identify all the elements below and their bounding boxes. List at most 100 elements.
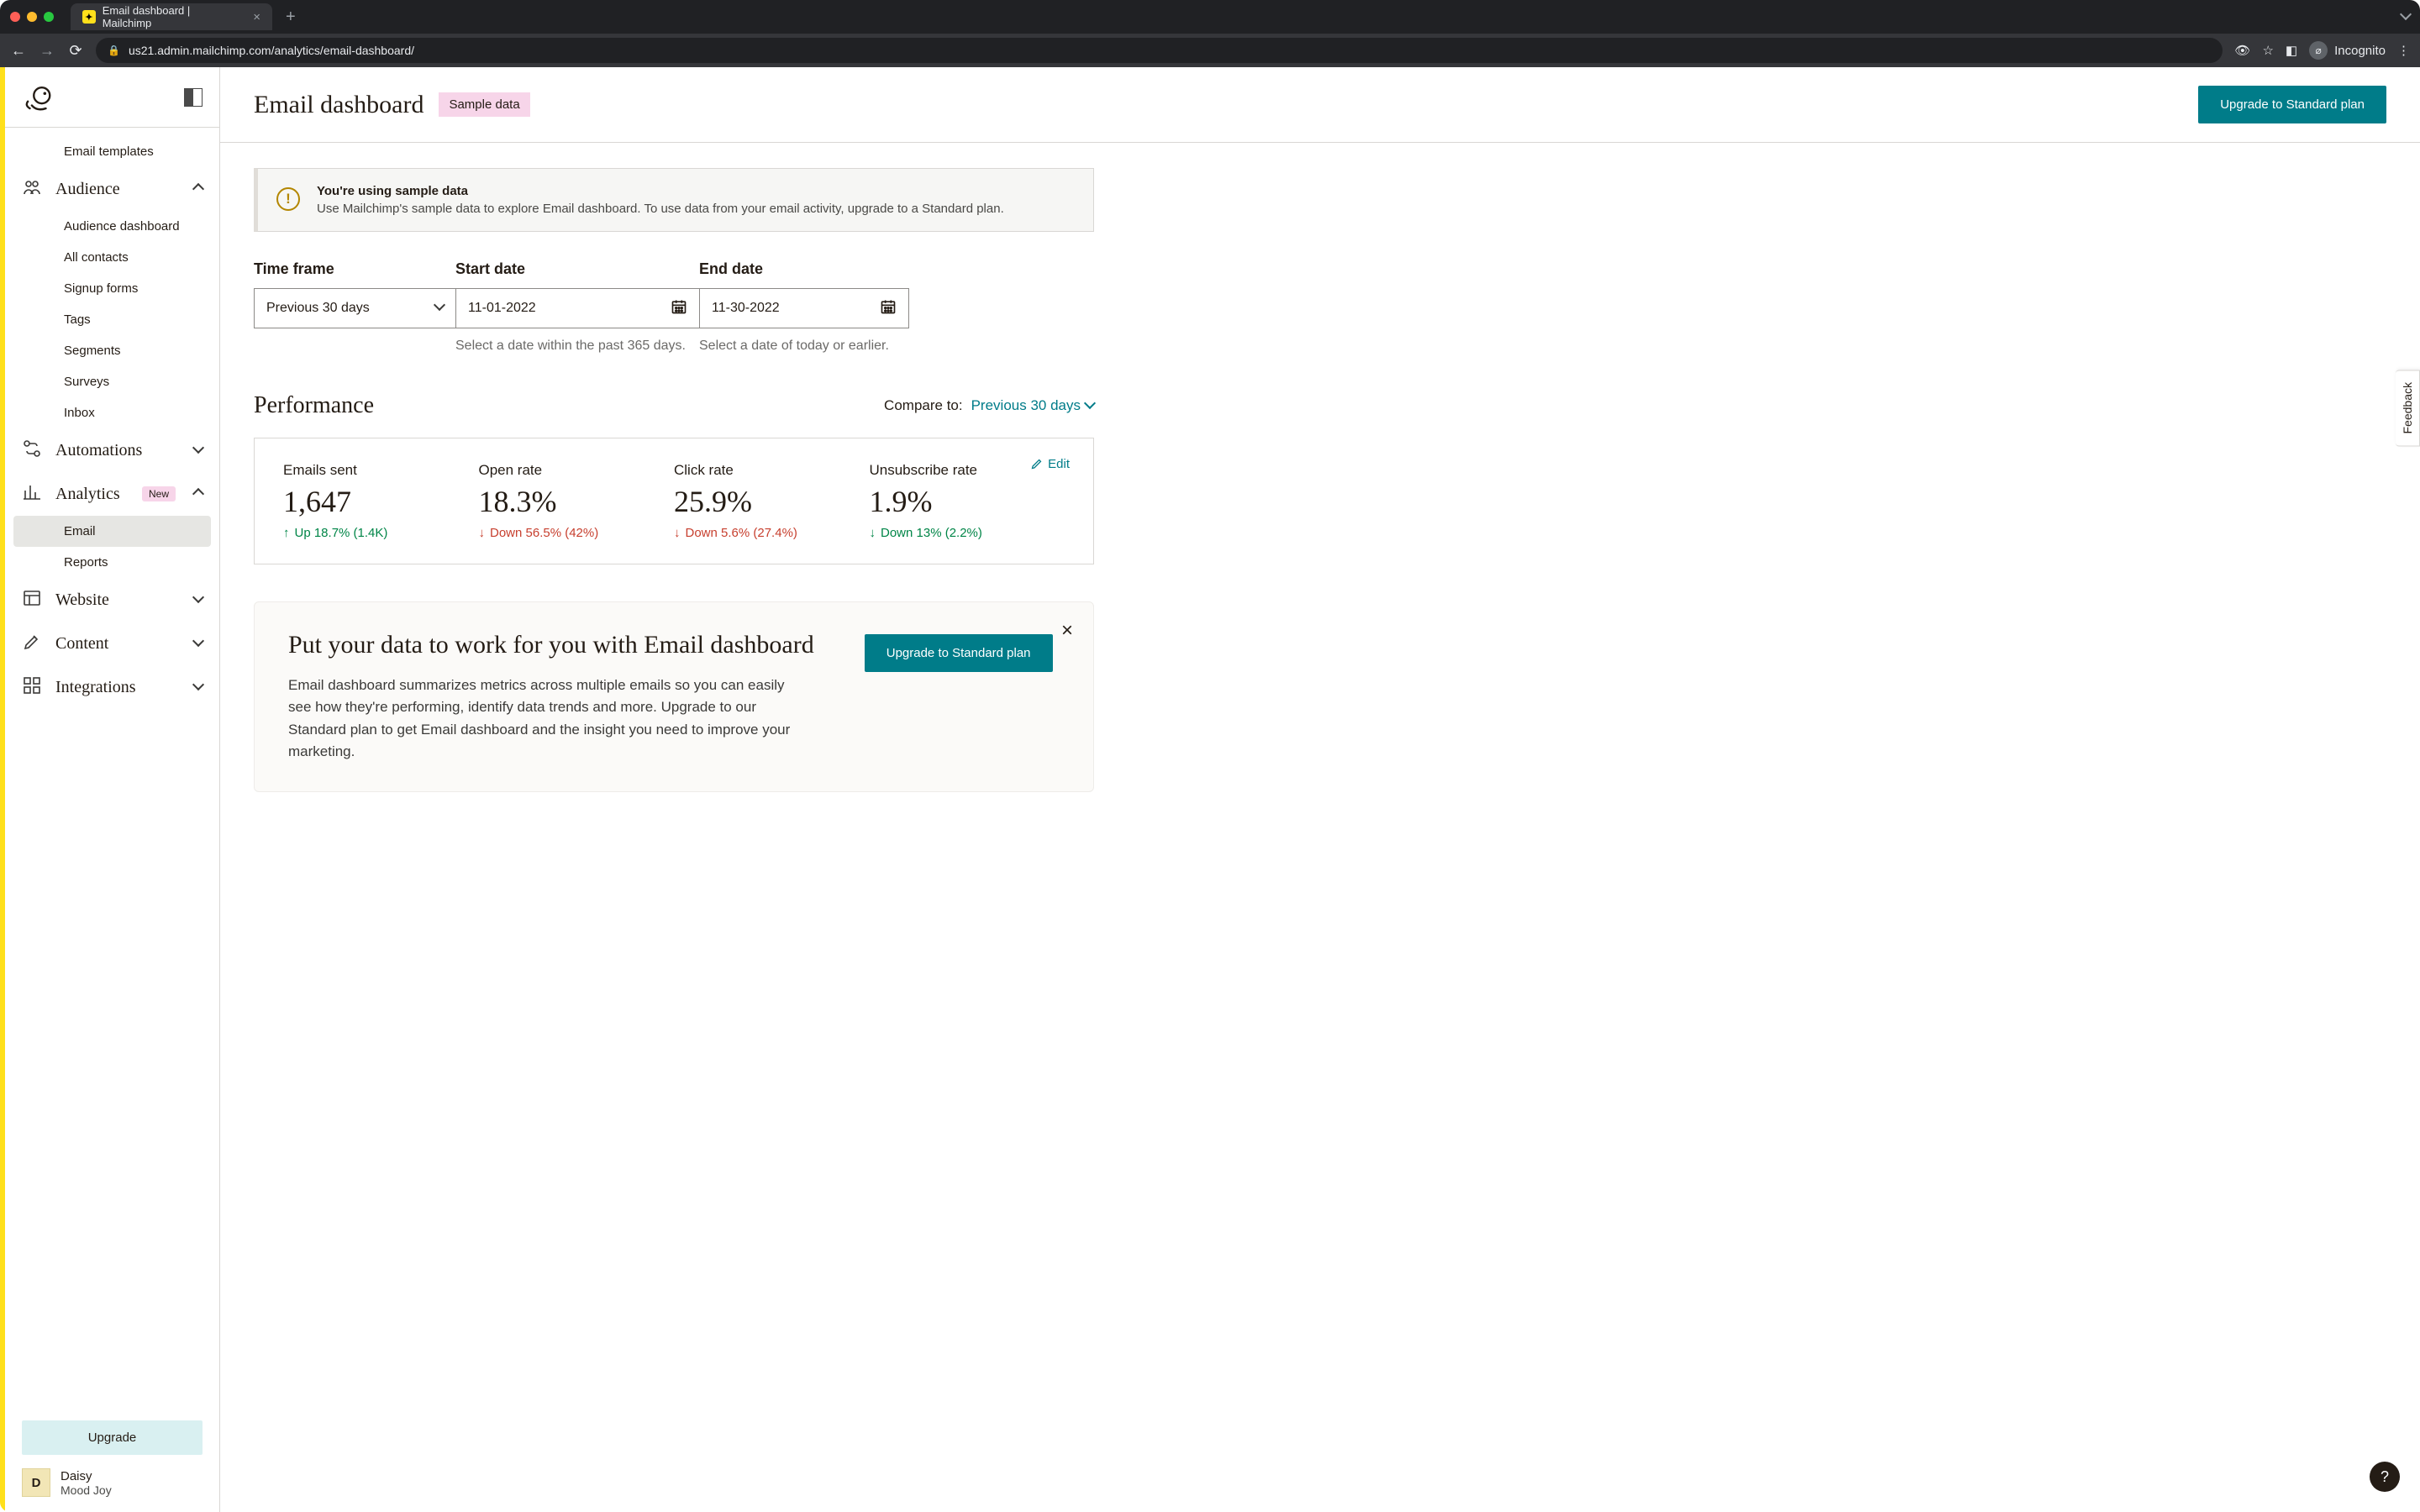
sidebar-upgrade-button[interactable]: Upgrade — [22, 1420, 203, 1455]
chevron-down-icon — [1086, 397, 1094, 414]
stat-emails-sent: Emails sent 1,647 Up 18.7% (1.4K) — [283, 462, 479, 540]
sidebar-label: Integrations — [55, 678, 181, 697]
browser-tab[interactable]: ✦ Email dashboard | Mailchimp × — [71, 3, 272, 30]
sidebar-item-audience-dashboard[interactable]: Audience dashboard — [5, 211, 219, 242]
sidebar-label: Content — [55, 634, 181, 654]
window-minimize[interactable] — [27, 12, 37, 22]
help-fab[interactable]: ? — [2370, 1462, 2400, 1492]
start-date-helper: Select a date within the past 365 days. — [455, 339, 699, 354]
feedback-tab[interactable]: Feedback — [2396, 370, 2420, 446]
stat-delta: Down 13% (2.2%) — [870, 526, 1065, 540]
sample-data-notice: ! You're using sample data Use Mailchimp… — [254, 168, 1094, 232]
notice-body: Use Mailchimp's sample data to explore E… — [317, 202, 1004, 216]
favicon-icon: ✦ — [82, 10, 96, 24]
main-content: Email dashboard Sample data Upgrade to S… — [220, 67, 2420, 1512]
stat-value: 1.9% — [870, 484, 1065, 519]
new-tab-button[interactable]: + — [279, 8, 302, 27]
stat-delta: Down 5.6% (27.4%) — [674, 526, 870, 540]
arrow-down-icon — [479, 526, 486, 540]
arrow-up-icon — [283, 526, 290, 540]
stat-delta: Up 18.7% (1.4K) — [283, 526, 479, 540]
window-controls — [10, 12, 54, 22]
address-bar[interactable]: 🔒 us21.admin.mailchimp.com/analytics/ema… — [96, 38, 2223, 63]
tab-title: Email dashboard | Mailchimp — [103, 4, 240, 29]
user-menu[interactable]: D Daisy Mood Joy — [5, 1468, 219, 1512]
sidebar-item-inbox[interactable]: Inbox — [5, 397, 219, 428]
sidebar-collapse-icon[interactable] — [184, 88, 203, 107]
stat-label: Click rate — [674, 462, 870, 479]
end-date-input[interactable]: 11-30-2022 — [699, 288, 909, 328]
window-zoom[interactable] — [44, 12, 54, 22]
sidebar-item-email[interactable]: Email — [13, 516, 211, 547]
panel-icon[interactable]: ◧ — [2286, 43, 2297, 58]
stat-value: 1,647 — [283, 484, 479, 519]
arrow-down-icon — [870, 526, 876, 540]
kebab-menu-icon[interactable]: ⋮ — [2397, 43, 2410, 58]
bar-chart-icon — [22, 482, 42, 506]
tabs-overflow-icon[interactable] — [2402, 10, 2410, 24]
sidebar-item-segments[interactable]: Segments — [5, 335, 219, 366]
timeframe-select[interactable]: Previous 30 days — [254, 288, 455, 328]
sidebar: Email templates Audience Audience dashbo… — [5, 67, 220, 1512]
sidebar-item-integrations[interactable]: Integrations — [5, 665, 219, 709]
sidebar-item-surveys[interactable]: Surveys — [5, 366, 219, 397]
tab-close-icon[interactable]: × — [253, 10, 260, 24]
upgrade-promo-card: × Put your data to work for you with Ema… — [254, 601, 1094, 792]
back-button[interactable]: ← — [10, 42, 27, 60]
chevron-down-icon — [194, 637, 203, 650]
start-date-value: 11-01-2022 — [468, 301, 536, 316]
upgrade-plan-button[interactable]: Upgrade to Standard plan — [2198, 86, 2386, 123]
incognito-label: Incognito — [2334, 44, 2386, 58]
sidebar-item-audience[interactable]: Audience — [5, 167, 219, 211]
lock-icon: 🔒 — [108, 45, 120, 56]
incognito-indicator[interactable]: ⌀ Incognito — [2309, 41, 2386, 60]
page-title: Email dashboard — [254, 91, 424, 119]
end-date-value: 11-30-2022 — [712, 301, 780, 316]
sidebar-item-tags[interactable]: Tags — [5, 304, 219, 335]
forward-button[interactable]: → — [39, 42, 55, 60]
sidebar-item-email-templates[interactable]: Email templates — [5, 136, 219, 167]
user-name: Daisy — [60, 1469, 112, 1483]
new-badge: New — [142, 486, 176, 501]
stat-click-rate: Click rate 25.9% Down 5.6% (27.4%) — [674, 462, 870, 540]
promo-upgrade-button[interactable]: Upgrade to Standard plan — [865, 634, 1053, 672]
window-close[interactable] — [10, 12, 20, 22]
end-date-label: End date — [699, 260, 909, 278]
alert-icon: ! — [276, 187, 300, 211]
sidebar-item-reports[interactable]: Reports — [5, 547, 219, 578]
sidebar-item-automations[interactable]: Automations — [5, 428, 219, 472]
chevron-up-icon — [194, 182, 203, 196]
sidebar-label: Website — [55, 591, 181, 610]
stat-unsubscribe-rate: Unsubscribe rate 1.9% Down 13% (2.2%) — [870, 462, 1065, 540]
performance-heading: Performance — [254, 392, 374, 419]
chevron-down-icon — [194, 680, 203, 694]
timeframe-value: Previous 30 days — [266, 301, 370, 316]
arrow-down-icon — [674, 526, 681, 540]
eye-off-icon[interactable]: 👁 — [2234, 43, 2250, 58]
chevron-down-icon — [435, 301, 444, 316]
promo-body: Email dashboard summarizes metrics acros… — [288, 675, 809, 763]
sidebar-item-content[interactable]: Content — [5, 622, 219, 665]
compare-value: Previous 30 days — [971, 397, 1081, 414]
edit-label: Edit — [1048, 457, 1070, 471]
sidebar-item-all-contacts[interactable]: All contacts — [5, 242, 219, 273]
calendar-icon — [671, 298, 687, 319]
reload-button[interactable]: ⟳ — [67, 42, 84, 60]
mailchimp-logo-icon[interactable] — [22, 81, 54, 113]
people-icon — [22, 177, 42, 201]
sidebar-item-signup-forms[interactable]: Signup forms — [5, 273, 219, 304]
avatar: D — [22, 1468, 50, 1497]
compare-label: Compare to: — [884, 397, 963, 414]
bookmark-star-icon[interactable]: ☆ — [2262, 43, 2273, 58]
chevron-down-icon — [194, 593, 203, 606]
promo-title: Put your data to work for you with Email… — [288, 631, 814, 659]
edit-metrics-button[interactable]: Edit — [1030, 457, 1070, 471]
compare-select[interactable]: Previous 30 days — [971, 397, 1094, 414]
layout-icon — [22, 588, 42, 612]
brush-icon — [22, 632, 42, 655]
automation-icon — [22, 438, 42, 462]
sidebar-item-website[interactable]: Website — [5, 578, 219, 622]
start-date-input[interactable]: 11-01-2022 — [455, 288, 699, 328]
close-icon[interactable]: × — [1061, 619, 1073, 643]
sidebar-item-analytics[interactable]: Analytics New — [5, 472, 219, 516]
